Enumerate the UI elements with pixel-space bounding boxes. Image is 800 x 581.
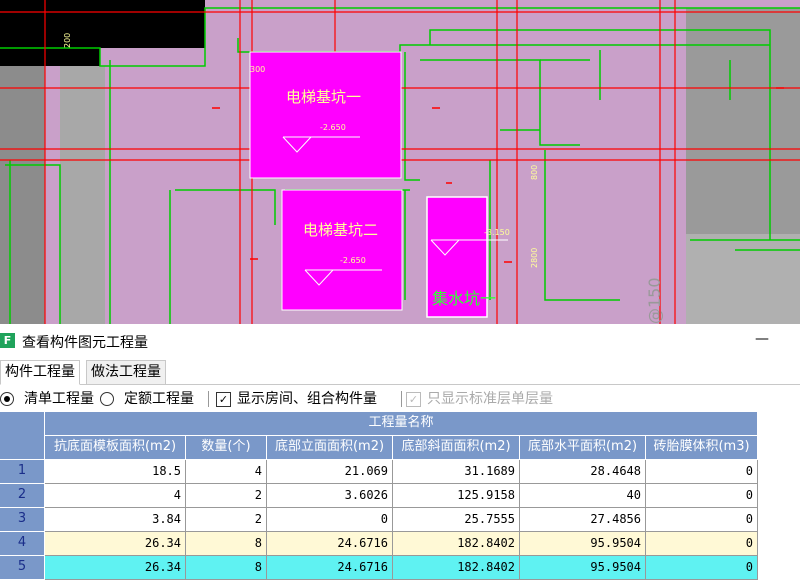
table-corner bbox=[0, 412, 45, 460]
radio-bill-quantity[interactable]: 清单工程量 bbox=[0, 389, 94, 409]
app-icon: F bbox=[0, 333, 15, 348]
row-index[interactable]: 5 bbox=[0, 556, 45, 580]
void-area-2 bbox=[0, 48, 100, 66]
col-header-bottom-vertical[interactable]: 底部立面面积(m2) bbox=[267, 436, 393, 460]
pit-1-label: 电梯基坑一 bbox=[286, 88, 361, 106]
checkbox-standard-floor-label: 只显示标准层单层量 bbox=[427, 391, 553, 407]
cell-count[interactable]: 2 bbox=[186, 484, 267, 508]
col-header-bottom-slope[interactable]: 底部斜面面积(m2) bbox=[393, 436, 520, 460]
separator bbox=[208, 391, 209, 407]
cell-bottom-horizontal[interactable]: 40 bbox=[520, 484, 646, 508]
col-header-count[interactable]: 数量(个) bbox=[186, 436, 267, 460]
cell-bottom-vertical[interactable]: 24.6716 bbox=[267, 556, 393, 580]
dim-200: 200 bbox=[63, 33, 72, 48]
cell-count[interactable]: 8 bbox=[186, 532, 267, 556]
col-header-bottom-horizontal[interactable]: 底部水平面积(m2) bbox=[520, 436, 646, 460]
cad-drawing: 电梯基坑一 -2.650 电梯基坑二 -2.650 集水坑一 -3.150 30… bbox=[0, 0, 800, 324]
tab-method-quantity[interactable]: 做法工程量 bbox=[86, 360, 166, 385]
dim-800: 800 bbox=[530, 165, 539, 180]
cell-bottom-vertical[interactable]: 3.6026 bbox=[267, 484, 393, 508]
slab-top bbox=[205, 0, 800, 8]
col-header-pit-formwork[interactable]: 抗底面模板面积(m2) bbox=[45, 436, 186, 460]
cell-count[interactable]: 8 bbox=[186, 556, 267, 580]
checkbox-show-room[interactable]: ✓ 显示房间、组合构件量 bbox=[216, 389, 377, 409]
checkbox-standard-floor[interactable]: ✓ 只显示标准层单层量 bbox=[406, 389, 553, 409]
minimize-button[interactable]: — bbox=[750, 327, 774, 351]
pit-2[interactable] bbox=[281, 189, 403, 311]
pit-2-label: 电梯基坑二 bbox=[303, 221, 378, 239]
cell-brick-membrane[interactable]: 0 bbox=[646, 508, 758, 532]
cell-bottom-horizontal[interactable]: 27.4856 bbox=[520, 508, 646, 532]
radio-unselected-icon bbox=[100, 392, 114, 406]
col-header-brick-membrane[interactable]: 砖胎膜体积(m3) bbox=[646, 436, 758, 460]
cell-bottom-slope[interactable]: 182.8402 bbox=[393, 556, 520, 580]
cell-bottom-slope[interactable]: 125.9158 bbox=[393, 484, 520, 508]
quantity-dialog: F 查看构件图元工程量 — 构件工程量 做法工程量 清单工程量 定额工程量 ✓ … bbox=[0, 324, 800, 581]
dialog-title: 查看构件图元工程量 bbox=[22, 335, 148, 351]
sump-level: -3.150 bbox=[484, 228, 510, 237]
cell-count[interactable]: 2 bbox=[186, 508, 267, 532]
wall-left bbox=[0, 66, 45, 324]
cell-brick-membrane[interactable]: 0 bbox=[646, 460, 758, 484]
radio-selected-icon bbox=[0, 392, 14, 406]
cell-bottom-slope[interactable]: 31.1689 bbox=[393, 460, 520, 484]
cell-pit-formwork[interactable]: 26.34 bbox=[45, 556, 186, 580]
tab-component-quantity[interactable]: 构件工程量 bbox=[0, 360, 80, 385]
cell-bottom-vertical[interactable]: 0 bbox=[267, 508, 393, 532]
cell-brick-membrane[interactable]: 0 bbox=[646, 532, 758, 556]
separator-2 bbox=[401, 391, 402, 407]
pit-2-level: -2.650 bbox=[340, 256, 366, 265]
wall-right-2 bbox=[686, 234, 800, 324]
cell-bottom-vertical[interactable]: 21.069 bbox=[267, 460, 393, 484]
cell-bottom-horizontal[interactable]: 95.9504 bbox=[520, 532, 646, 556]
pit-1-level: -2.650 bbox=[320, 123, 346, 132]
options-bar: 清单工程量 定额工程量 ✓ 显示房间、组合构件量 ✓ 只显示标准层单层量 bbox=[0, 386, 800, 412]
cell-bottom-vertical[interactable]: 24.6716 bbox=[267, 532, 393, 556]
cell-pit-formwork[interactable]: 26.34 bbox=[45, 532, 186, 556]
cell-pit-formwork[interactable]: 3.84 bbox=[45, 508, 186, 532]
cell-pit-formwork[interactable]: 18.5 bbox=[45, 460, 186, 484]
row-index[interactable]: 1 bbox=[0, 460, 45, 484]
wall-left-2 bbox=[60, 66, 105, 324]
cell-bottom-horizontal[interactable]: 95.9504 bbox=[520, 556, 646, 580]
wall-right bbox=[686, 8, 800, 234]
row-index[interactable]: 2 bbox=[0, 484, 45, 508]
cell-bottom-slope[interactable]: 25.7555 bbox=[393, 508, 520, 532]
void-area bbox=[0, 0, 205, 48]
tab-bar: 构件工程量 做法工程量 bbox=[0, 358, 800, 385]
cell-brick-membrane[interactable]: 0 bbox=[646, 556, 758, 580]
radio-bill-label: 清单工程量 bbox=[24, 391, 94, 407]
checkbox-disabled-icon: ✓ bbox=[406, 391, 421, 407]
cell-bottom-horizontal[interactable]: 28.4648 bbox=[520, 460, 646, 484]
group-header: 工程量名称 bbox=[45, 412, 758, 436]
radio-quota-quantity[interactable]: 定额工程量 bbox=[100, 389, 194, 409]
cell-bottom-slope[interactable]: 182.8402 bbox=[393, 532, 520, 556]
row-index[interactable]: 3 bbox=[0, 508, 45, 532]
pit-1[interactable] bbox=[249, 51, 402, 179]
checkbox-checked-icon: ✓ bbox=[216, 391, 231, 407]
radio-quota-label: 定额工程量 bbox=[124, 391, 194, 407]
dim-2800: 2800 bbox=[530, 248, 539, 268]
cad-viewport[interactable]: 电梯基坑一 -2.650 电梯基坑二 -2.650 集水坑一 -3.150 30… bbox=[0, 0, 800, 324]
cell-count[interactable]: 4 bbox=[186, 460, 267, 484]
cell-brick-membrane[interactable]: 0 bbox=[646, 484, 758, 508]
sump-label: 集水坑一 bbox=[432, 289, 496, 308]
dim-300: 300 bbox=[250, 65, 265, 74]
checkbox-show-room-label: 显示房间、组合构件量 bbox=[237, 391, 377, 407]
dialog-titlebar[interactable]: F 查看构件图元工程量 — bbox=[0, 324, 800, 358]
row-index[interactable]: 4 bbox=[0, 532, 45, 556]
cell-pit-formwork[interactable]: 4 bbox=[45, 484, 186, 508]
dim-at150: @150 bbox=[645, 277, 664, 324]
